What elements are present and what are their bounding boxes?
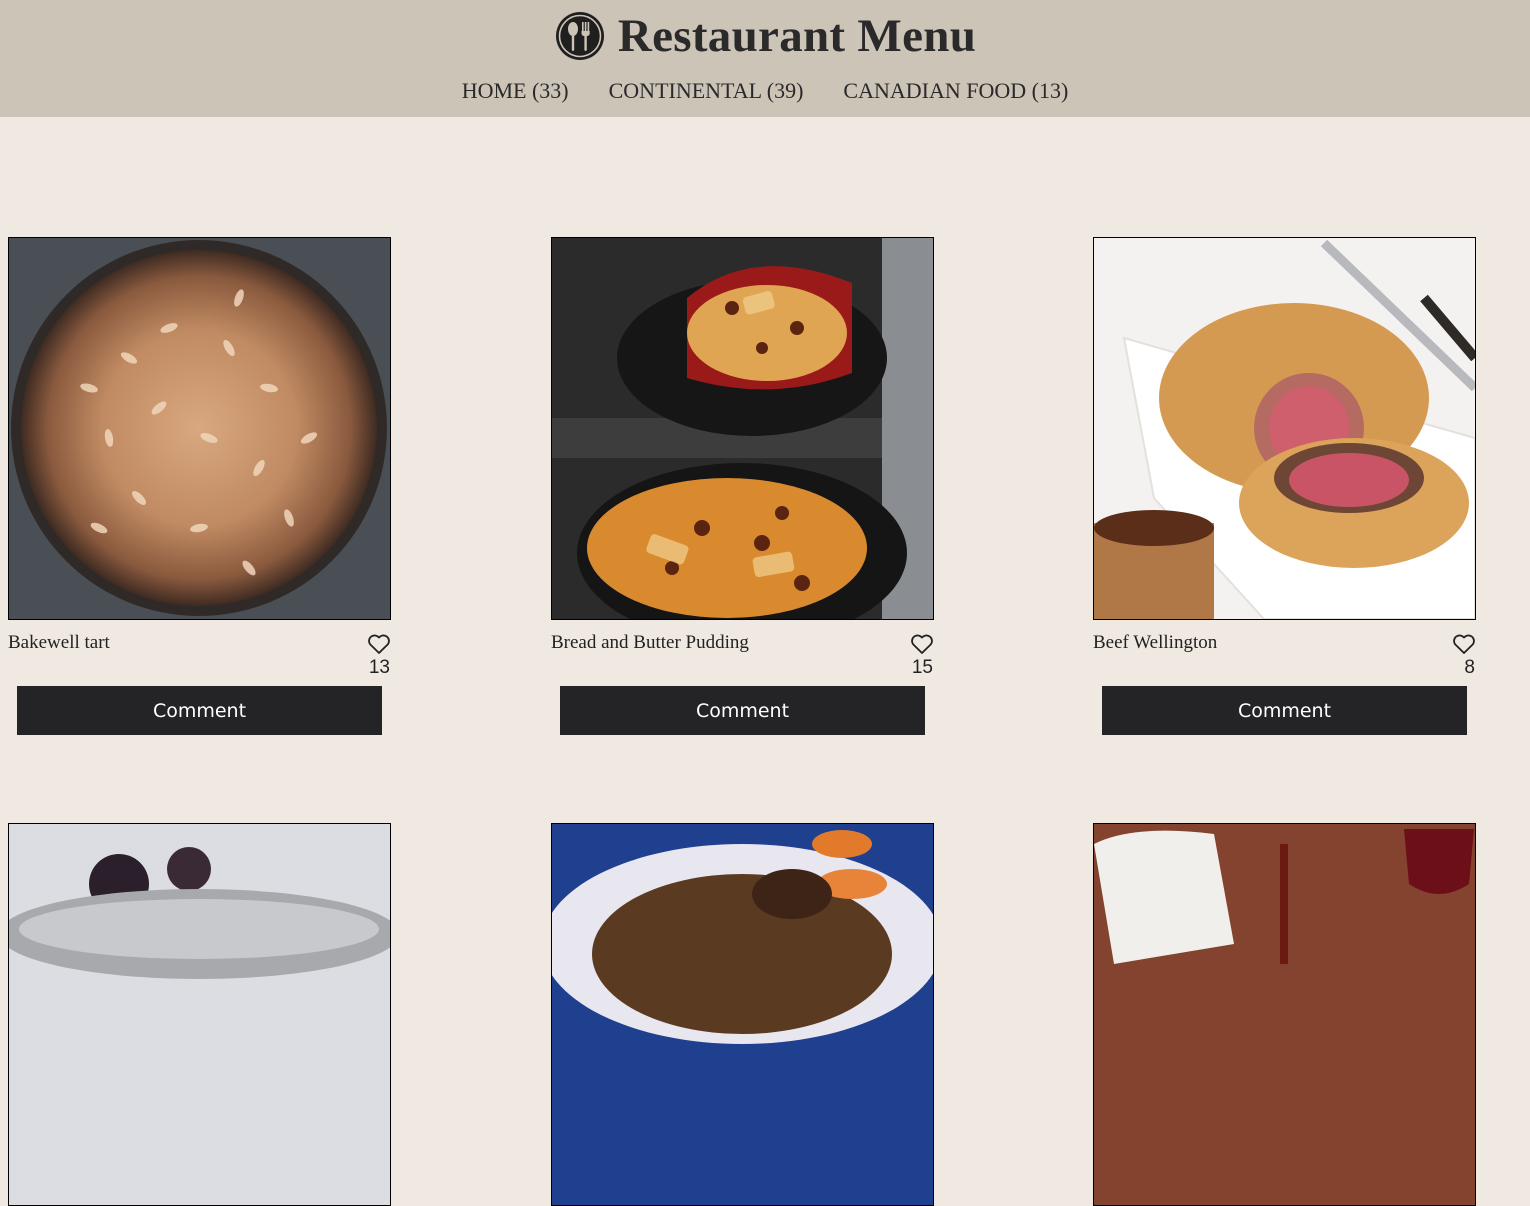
comment-button[interactable]: Comment bbox=[560, 686, 925, 735]
page-title: Restaurant Menu bbox=[617, 10, 977, 62]
brand: Restaurant Menu bbox=[0, 8, 1530, 64]
main-nav: HOME (33) CONTINENTAL (39) CANADIAN FOOD… bbox=[0, 78, 1530, 104]
like-count: 13 bbox=[368, 657, 390, 678]
menu-item-photo[interactable] bbox=[1093, 823, 1476, 1206]
spoon-fork-icon bbox=[555, 12, 604, 60]
header: Restaurant Menu HOME (33) CONTINENTAL (3… bbox=[0, 0, 1530, 117]
heart-outline-icon[interactable] bbox=[1452, 633, 1476, 655]
nav-link-continental[interactable]: CONTINENTAL (39) bbox=[609, 78, 804, 104]
menu-item-name: Bread and Butter Pudding bbox=[551, 632, 749, 653]
menu-item-photo[interactable] bbox=[8, 823, 391, 1206]
heart-outline-icon[interactable] bbox=[367, 633, 391, 655]
nav-link-home[interactable]: HOME (33) bbox=[462, 78, 569, 104]
like-count: 15 bbox=[911, 657, 933, 678]
menu-item-photo[interactable] bbox=[551, 237, 934, 620]
comment-button[interactable]: Comment bbox=[1102, 686, 1467, 735]
nav-link-canadian-food[interactable]: CANADIAN FOOD (13) bbox=[843, 78, 1068, 104]
menu-item-photo[interactable] bbox=[1093, 237, 1476, 620]
comment-button[interactable]: Comment bbox=[17, 686, 382, 735]
menu-item-name: Bakewell tart bbox=[8, 632, 110, 653]
like-count: 8 bbox=[1464, 657, 1475, 678]
menu-item-photo[interactable] bbox=[551, 823, 934, 1206]
menu-item-name: Beef Wellington bbox=[1093, 632, 1218, 653]
menu-item-photo[interactable] bbox=[8, 237, 391, 620]
heart-outline-icon[interactable] bbox=[910, 633, 934, 655]
